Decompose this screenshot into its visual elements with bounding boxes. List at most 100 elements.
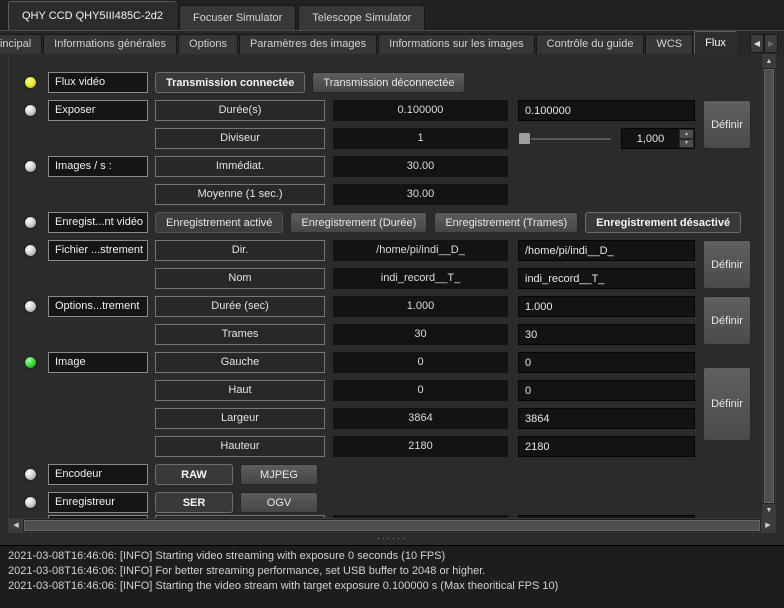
tab-scroll-right-icon[interactable]: ▶ xyxy=(764,34,778,53)
log-line: 2021-03-08T16:46:06: [INFO] Starting vid… xyxy=(8,550,446,562)
tab-group-principal[interactable]: e principal xyxy=(0,34,43,54)
horizontal-scrollbar-thumb[interactable] xyxy=(24,520,760,531)
scroll-up-icon[interactable]: ▲ xyxy=(763,55,775,68)
tab-group-controle-guide[interactable]: Contrôle du guide xyxy=(535,34,645,54)
clipped-field-input xyxy=(518,515,695,518)
field-label-fps-average: Moyenne (1 sec.) xyxy=(155,184,325,205)
property-label-recorder: Enregistreur xyxy=(48,492,148,513)
record-frame-total-input[interactable] xyxy=(518,324,695,345)
divisor-spinbox-input[interactable] xyxy=(622,129,679,148)
group-clipped xyxy=(9,515,775,518)
status-led-exposure xyxy=(24,104,37,117)
scroll-right-icon[interactable]: ▶ xyxy=(761,519,775,532)
splitter-handle[interactable]: ······ xyxy=(0,533,784,545)
record-duration-input[interactable] xyxy=(518,296,695,317)
field-label-record-frame-total: Trames xyxy=(155,324,325,345)
divisor-slider-handle[interactable] xyxy=(518,132,531,145)
status-led-record-stream xyxy=(24,216,37,229)
status-led-frame xyxy=(24,356,37,369)
recorder-ser-button[interactable]: SER xyxy=(155,492,233,513)
group-frame: Image Gauche 0 Haut 0 Largeur 3864 Haute… xyxy=(9,352,775,457)
record-dir-input[interactable] xyxy=(518,240,695,261)
group-streaming-exposure: Exposer Durée(s) 0.100000 Diviseur 1 ▲ ▼… xyxy=(9,100,775,149)
frame-height-input[interactable] xyxy=(518,436,695,457)
tab-group-informations-generales[interactable]: Informations générales xyxy=(43,34,178,54)
divisor-slider[interactable] xyxy=(518,128,613,149)
scroll-down-icon[interactable]: ▼ xyxy=(763,504,775,517)
status-led-video-stream xyxy=(24,76,37,89)
tab-device-qhy-ccd[interactable]: QHY CCD QHY5III485C-2d2 xyxy=(8,1,178,30)
tab-group-flux[interactable]: Flux xyxy=(694,31,737,54)
duration-input[interactable] xyxy=(518,100,695,121)
scroll-left-icon[interactable]: ◀ xyxy=(9,519,23,532)
panel-vertical-scrollbar[interactable]: ▲ ▼ xyxy=(762,54,776,518)
divisor-slider-groove xyxy=(520,138,611,140)
log-line: 2021-03-08T16:46:06: [INFO] For better s… xyxy=(8,565,486,577)
frame-left-current-value: 0 xyxy=(333,352,508,373)
frame-width-current-value: 3864 xyxy=(333,408,508,429)
record-on-button[interactable]: Enregistrement activé xyxy=(155,212,284,233)
spin-up-icon[interactable]: ▲ xyxy=(679,129,694,139)
clipped-property-label xyxy=(48,515,148,518)
field-label-fps-instant: Immédiat. xyxy=(155,156,325,177)
encoder-raw-button[interactable]: RAW xyxy=(155,464,233,485)
exposure-set-button[interactable]: Définir xyxy=(703,100,751,149)
tab-group-options[interactable]: Options xyxy=(178,34,238,54)
group-recorder: Enregistreur SER OGV xyxy=(9,492,775,513)
field-label-frame-height: Hauteur xyxy=(155,436,325,457)
record-frames-button[interactable]: Enregistrement (Trames) xyxy=(434,212,579,233)
status-led-recorder xyxy=(24,496,37,509)
vertical-scrollbar-thumb[interactable] xyxy=(764,69,774,503)
tab-device-telescope-simulator[interactable]: Telescope Simulator xyxy=(298,5,426,30)
record-duration-button[interactable]: Enregistrement (Durée) xyxy=(290,212,428,233)
record-dir-current-value: /home/pi/indi__D_ xyxy=(333,240,508,261)
frame-top-input[interactable] xyxy=(518,380,695,401)
record-file-set-button[interactable]: Définir xyxy=(703,240,751,289)
status-led-encoder xyxy=(24,468,37,481)
frame-set-button[interactable]: Définir xyxy=(703,367,751,441)
frame-width-input[interactable] xyxy=(518,408,695,429)
spin-down-icon[interactable]: ▼ xyxy=(679,138,694,148)
property-label-frame: Image xyxy=(48,352,148,373)
property-label-exposure: Exposer xyxy=(48,100,148,121)
property-label-video-stream: Flux vidéo xyxy=(48,72,148,93)
group-fps: Images / s : Immédiat. 30.00 Moyenne (1 … xyxy=(9,156,775,205)
frame-top-current-value: 0 xyxy=(333,380,508,401)
tab-device-focuser-simulator[interactable]: Focuser Simulator xyxy=(179,5,297,30)
record-off-button[interactable]: Enregistrement désactivé xyxy=(585,212,742,233)
property-label-record-file: Fichier ...strement xyxy=(48,240,148,261)
clipped-field-value xyxy=(333,515,508,518)
record-name-input[interactable] xyxy=(518,268,695,289)
tab-group-parametres-images[interactable]: Paramètres des images xyxy=(238,34,378,54)
field-label-record-dir: Dir. xyxy=(155,240,325,261)
tab-group-wcs[interactable]: WCS xyxy=(645,34,694,54)
encoder-mjpeg-button[interactable]: MJPEG xyxy=(240,464,318,485)
tab-group-informations-images[interactable]: Informations sur les images xyxy=(378,34,535,54)
status-led-fps xyxy=(24,160,37,173)
divisor-current-value: 1 xyxy=(333,128,508,149)
duration-current-value: 0.100000 xyxy=(333,100,508,121)
field-label-duration: Durée(s) xyxy=(155,100,325,121)
group-video-stream: Flux vidéo Transmission connectée Transm… xyxy=(9,72,775,93)
recorder-ogv-button[interactable]: OGV xyxy=(240,492,318,513)
group-encoder: Encodeur RAW MJPEG xyxy=(9,464,775,485)
divisor-spinbox: ▲ ▼ xyxy=(621,128,695,149)
record-options-set-button[interactable]: Définir xyxy=(703,296,751,345)
field-label-record-name: Nom xyxy=(155,268,325,289)
stream-off-button[interactable]: Transmission déconnectée xyxy=(312,72,466,93)
log-line: 2021-03-08T16:46:06: [INFO] Starting the… xyxy=(8,580,559,592)
tab-scroll-left-icon[interactable]: ◀ xyxy=(750,34,764,53)
group-record-stream: Enregist...nt vidéo Enregistrement activ… xyxy=(9,212,775,233)
clipped-field-label xyxy=(155,515,325,518)
frame-height-current-value: 2180 xyxy=(333,436,508,457)
group-record-options: Options...trement Durée (sec) 1.000 Tram… xyxy=(9,296,775,345)
frame-left-input[interactable] xyxy=(518,352,695,373)
status-led-record-options xyxy=(24,300,37,313)
panel-horizontal-scrollbar[interactable]: ◀ ▶ xyxy=(8,518,776,533)
property-label-encoder: Encodeur xyxy=(48,464,148,485)
stream-on-button[interactable]: Transmission connectée xyxy=(155,72,306,93)
fps-average-value: 30.00 xyxy=(333,184,508,205)
field-label-divisor: Diviseur xyxy=(155,128,325,149)
status-led-record-file xyxy=(24,244,37,257)
group-record-file: Fichier ...strement Dir. /home/pi/indi__… xyxy=(9,240,775,289)
